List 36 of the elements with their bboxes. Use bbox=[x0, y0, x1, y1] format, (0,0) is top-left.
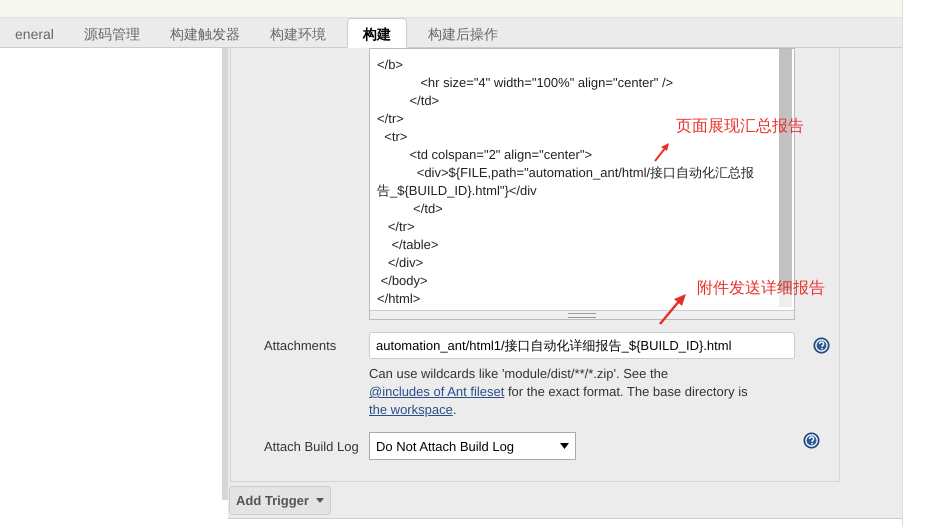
tab[interactable]: 构建后操作 bbox=[412, 20, 513, 48]
code-line: </td> bbox=[408, 92, 440, 110]
code-line: </table> bbox=[390, 236, 438, 254]
help-icon[interactable] bbox=[803, 432, 820, 449]
input-field[interactable]: automation_ant/html1/接口自动化详细报告_${BUILD_ID}.html bbox=[369, 332, 795, 359]
help-text: Can use wildcards like 'module/dist/**/*.zip'. See the @includes of Ant fileset for the exact format. The base directory is the workspace. bbox=[369, 365, 749, 419]
tab[interactable]: 构建环境 bbox=[254, 20, 341, 48]
caret-icon bbox=[316, 498, 324, 503]
code-line: <td colspan="2" align="center"> bbox=[408, 146, 592, 164]
link[interactable]: @includes of Ant fileset bbox=[369, 384, 504, 399]
annotation-text: 页面展现汇总报告 bbox=[676, 116, 804, 137]
code-line: <tr> bbox=[383, 128, 408, 146]
resize-handle[interactable] bbox=[370, 310, 794, 319]
code-line: </tr> bbox=[386, 218, 415, 236]
code-line: </td> bbox=[412, 200, 443, 218]
field-label: Attach Build Log bbox=[263, 438, 360, 454]
code-line: </b> bbox=[377, 56, 404, 74]
help-icon[interactable] bbox=[813, 337, 830, 354]
code-line: <hr size="4" width="100%" align="center" /> bbox=[419, 74, 674, 92]
link[interactable]: the workspace bbox=[369, 402, 453, 417]
caret-icon bbox=[560, 443, 569, 449]
annotation-text: 附件发送详细报告 bbox=[697, 278, 825, 299]
code-line: </tr> bbox=[377, 110, 404, 128]
tab[interactable]: 构建触发器 bbox=[154, 20, 255, 48]
code-line: </div> bbox=[386, 254, 424, 272]
tab[interactable]: 源码管理 bbox=[68, 20, 155, 48]
annotation-arrow bbox=[659, 293, 687, 325]
code-line: </html> bbox=[377, 290, 420, 307]
field-label: Attachments bbox=[263, 338, 338, 353]
tab[interactable]: eneral bbox=[0, 20, 69, 48]
code-line: <div>${FILE,path="automation_ant/html/接口自动化汇总报告_${BUILD_ID}.html"}</div bbox=[377, 164, 756, 200]
annotation-arrow bbox=[654, 142, 670, 162]
code-line: </body> bbox=[380, 272, 428, 290]
dropdown[interactable]: Do Not Attach Build Log bbox=[369, 432, 576, 460]
add-trigger-button[interactable]: Add Trigger bbox=[229, 486, 331, 515]
tab[interactable]: 构建 bbox=[346, 18, 407, 48]
